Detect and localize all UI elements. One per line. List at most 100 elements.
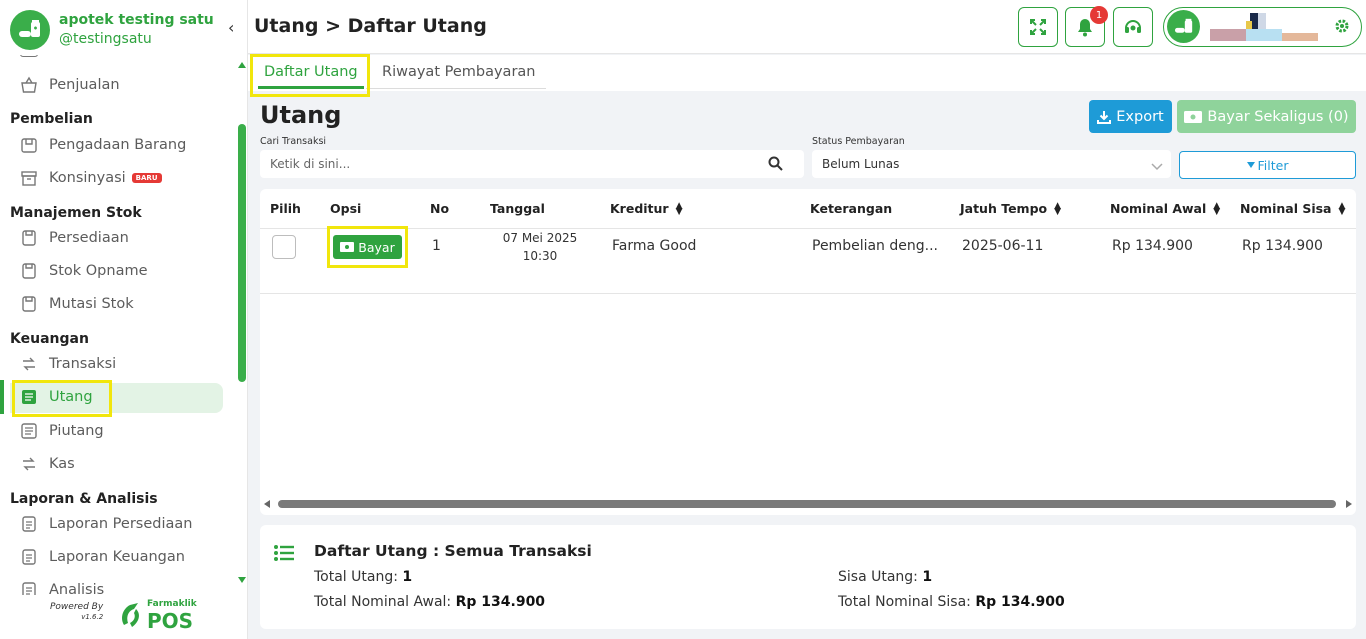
section-keuangan: Keuangan: [10, 331, 89, 347]
scroll-up-icon[interactable]: [238, 62, 246, 68]
scroll-left-icon[interactable]: [264, 500, 270, 508]
box-icon: [20, 169, 38, 187]
cell-nominal-awal: Rp 134.900: [1112, 238, 1193, 254]
sidebar-item-label: Stok Opname: [49, 263, 148, 279]
farmaklik-logo-icon: [122, 602, 139, 627]
utang-table: Pilih Opsi No Tanggal Kreditur ▲ ▼ Ketera…: [260, 189, 1356, 515]
sidebar-item-stok-opname[interactable]: Stok Opname: [20, 256, 148, 286]
section-laporan-analisis: Laporan & Analisis: [10, 491, 158, 507]
powered-by: Powered By v1.6.2: [50, 602, 103, 622]
sisa-utang-value: 1: [922, 569, 933, 585]
sidebar-item-analisis[interactable]: Analisis: [20, 575, 104, 595]
notification-count-badge: 1: [1090, 6, 1108, 24]
status-label: Status Pembayaran: [812, 136, 905, 147]
total-nominal-awal-value: Rp 134.900: [455, 594, 546, 610]
highlight-tab: [250, 54, 370, 97]
brand[interactable]: apotek testing satu @testingsatu: [10, 10, 214, 50]
list-icon: [274, 545, 294, 565]
cell-tanggal-time: 10:30: [522, 249, 558, 263]
total-nominal-sisa: Total Nominal Sisa: Rp 134.900: [838, 594, 1065, 610]
receipt-icon: [20, 422, 38, 440]
highlight-utang: [12, 380, 112, 417]
fullscreen-button[interactable]: [1018, 7, 1058, 47]
avatar: [1167, 10, 1200, 43]
notification-button[interactable]: 1: [1065, 6, 1108, 47]
page-title: Utang > Daftar Utang: [254, 15, 487, 37]
pharmacy-logo-icon: [10, 10, 50, 50]
expand-icon: [1030, 19, 1046, 35]
cell-keterangan: Pembelian deng...: [812, 238, 938, 254]
highlight-bayar: [327, 226, 408, 268]
download-icon: [1097, 110, 1112, 124]
summary-title: Daftar Utang : Semua Transaksi: [314, 542, 592, 560]
profile-menu[interactable]: [1163, 7, 1362, 47]
cell-tanggal-date: 07 Mei 2025: [502, 231, 578, 245]
header-divider: [260, 228, 1356, 229]
sidebar-item-konsinyasi[interactable]: Konsinyasi BARU: [20, 163, 162, 193]
col-tanggal: Tanggal: [490, 201, 545, 216]
search-input[interactable]: Ketik di sini...: [260, 150, 804, 178]
gear-icon[interactable]: [1334, 18, 1350, 38]
document-icon: [20, 581, 38, 595]
sidebar-item-penjualan[interactable]: Penjualan: [20, 70, 120, 100]
app-root: apotek testing satu @testingsatu ‹ Penju…: [0, 0, 1366, 639]
support-button[interactable]: [1113, 7, 1153, 47]
tab-divider: [366, 88, 546, 89]
collapse-sidebar-icon[interactable]: ‹: [228, 18, 234, 37]
export-button[interactable]: Export: [1089, 100, 1172, 133]
bayar-sekaligus-button[interactable]: Bayar Sekaligus (0): [1177, 100, 1356, 133]
summary-card: Daftar Utang : Semua Transaksi Total Uta…: [260, 525, 1356, 629]
sidebar-item-label: Kas: [49, 456, 75, 472]
row-checkbox[interactable]: [272, 235, 296, 259]
sidebar-item-label: Transaksi: [49, 356, 117, 372]
table-horizontal-scrollbar[interactable]: [278, 500, 1336, 508]
powered-by-text: Powered By: [50, 602, 104, 612]
sidebar-item-mutasi-stok[interactable]: Mutasi Stok: [20, 289, 134, 319]
col-jatuh-tempo[interactable]: Jatuh Tempo ▲ ▼: [960, 201, 1061, 216]
exchange-icon: [20, 455, 38, 473]
total-nominal-sisa-value: Rp 134.900: [975, 594, 1065, 610]
search-icon[interactable]: [768, 156, 783, 175]
col-nominal-awal[interactable]: Nominal Awal ▲ ▼: [1110, 201, 1220, 216]
total-nominal-awal: Total Nominal Awal: Rp 134.900: [314, 594, 545, 610]
sidebar-item-label: Persediaan: [49, 230, 129, 246]
sidebar-item-laporan-keuangan[interactable]: Laporan Keuangan: [20, 542, 185, 572]
brand-handle: @testingsatu: [59, 31, 152, 47]
document-icon: [20, 515, 38, 533]
sidebar-item-pengadaan-barang[interactable]: Pengadaan Barang: [20, 130, 186, 160]
sort-icon: ▲ ▼: [675, 200, 683, 217]
col-keterangan: Keterangan: [810, 201, 893, 216]
sidebar-item-persediaan[interactable]: Persediaan: [20, 223, 129, 253]
money-icon: [1184, 110, 1203, 123]
sidebar: apotek testing satu @testingsatu ‹ Penju…: [0, 0, 248, 639]
sidebar-scrollbar[interactable]: [238, 124, 246, 382]
sidebar-item-piutang[interactable]: Piutang: [20, 416, 104, 446]
clipboard-icon: [20, 295, 38, 313]
scroll-down-icon[interactable]: [238, 577, 246, 583]
cell-tanggal: 07 Mei 2025 10:30: [500, 229, 580, 265]
sort-icon: ▲ ▼: [1213, 200, 1221, 217]
total-utang-label: Total Utang:: [314, 569, 398, 585]
col-nominal-sisa[interactable]: Nominal Sisa ▲ ▼: [1240, 201, 1345, 216]
topbar: Utang > Daftar Utang 1: [248, 0, 1366, 54]
tab-bar: Daftar Utang Riwayat Pembayaran: [248, 55, 1366, 91]
col-kreditur[interactable]: Kreditur ▲ ▼: [610, 201, 683, 216]
redacted-user-image: [1210, 13, 1318, 41]
sidebar-item-laporan-persediaan[interactable]: Laporan Persediaan: [20, 509, 192, 539]
sidebar-item-kas[interactable]: Kas: [20, 449, 75, 479]
total-utang: Total Utang: 1: [314, 569, 412, 585]
sidebar-item-label: Penjualan: [49, 77, 120, 93]
filter-button[interactable]: Filter: [1179, 151, 1356, 179]
cell-no: 1: [432, 238, 441, 254]
sidebar-item-label: Konsinyasi: [49, 170, 126, 186]
tab-riwayat-pembayaran[interactable]: Riwayat Pembayaran: [382, 64, 535, 88]
sidebar-item-transaksi[interactable]: Transaksi: [20, 349, 116, 379]
scroll-right-icon[interactable]: [1346, 500, 1352, 508]
sort-icon: ▲ ▼: [1054, 200, 1062, 217]
status-select[interactable]: Belum Lunas: [812, 150, 1171, 178]
col-nominal-sisa-label: Nominal Sisa: [1240, 201, 1332, 216]
clipboard-icon: [20, 262, 38, 280]
sidebar-item-label: Laporan Persediaan: [49, 516, 193, 532]
sidebar-item-label: Analisis: [49, 582, 105, 595]
search-label: Cari Transaksi: [260, 136, 327, 147]
